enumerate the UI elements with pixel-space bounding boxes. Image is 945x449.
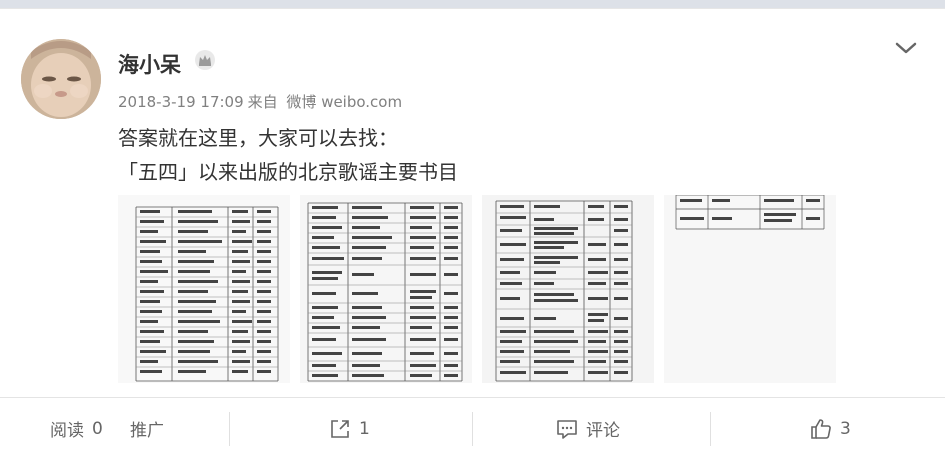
divider <box>472 412 473 446</box>
read-count-value: 0 <box>92 418 103 439</box>
crown-icon <box>195 50 215 70</box>
image-thumb-2[interactable] <box>300 195 472 383</box>
read-count: 阅读 0 <box>50 398 103 449</box>
chevron-down-icon[interactable] <box>893 39 919 57</box>
thumbs-up-icon <box>811 418 831 439</box>
divider <box>710 412 711 446</box>
avatar[interactable] <box>21 39 101 119</box>
post-line-2: 「五四」以来出版的北京歌谣主要书目 <box>118 160 458 184</box>
share-count: 1 <box>359 418 370 439</box>
top-bar <box>0 0 945 8</box>
share-button[interactable]: 1 <box>329 398 370 449</box>
comment-icon <box>557 419 577 439</box>
like-button[interactable]: 3 <box>810 398 851 449</box>
post-timestamp[interactable]: 2018-3-19 17:09 <box>118 93 244 111</box>
post-source[interactable]: 微博 weibo.com <box>286 93 402 111</box>
weibo-post-card: 海小呆 2018-3-19 17:09 来自 微博 weibo.com 答案就在这… <box>0 8 945 449</box>
image-grid <box>118 195 838 383</box>
comment-button[interactable]: 评论 <box>556 398 620 449</box>
share-icon <box>331 419 349 438</box>
action-toolbar: 阅读 0 推广 1 评论 3 <box>0 397 945 449</box>
promote-button[interactable]: 推广 <box>130 398 164 449</box>
read-label: 阅读 <box>50 421 84 441</box>
comment-label: 评论 <box>586 421 620 441</box>
post-line-1: 答案就在这里，大家可以去找： <box>118 126 398 150</box>
post-text: 答案就在这里，大家可以去找： 「五四」以来出版的北京歌谣主要书目 <box>118 121 458 189</box>
promote-label: 推广 <box>130 421 164 441</box>
username[interactable]: 海小呆 <box>118 49 181 79</box>
image-thumb-3[interactable] <box>482 195 654 383</box>
image-thumb-4[interactable] <box>664 195 836 383</box>
image-thumb-1[interactable] <box>118 195 290 383</box>
source-prefix: 来自 <box>247 93 278 111</box>
like-count: 3 <box>840 418 851 439</box>
divider <box>229 412 230 446</box>
post-meta: 2018-3-19 17:09 来自 微博 weibo.com <box>118 91 406 112</box>
